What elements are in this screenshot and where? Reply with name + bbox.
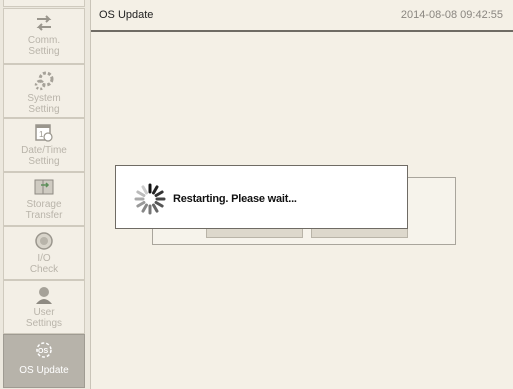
io-check-icon [35, 232, 53, 250]
page-title: OS Update [99, 9, 154, 21]
sidebar-item-os-update[interactable]: OS OS Update [3, 334, 85, 388]
storage-transfer-icon [34, 179, 54, 195]
sidebar-item-label: System [27, 93, 61, 104]
calendar-clock-icon: 1 [35, 124, 53, 142]
comm-icon [36, 15, 52, 31]
sidebar-item-storage-transfer[interactable]: Storage Transfer [3, 172, 85, 226]
sidebar-item-label: Date/Time [21, 145, 67, 156]
sidebar-item-label: Storage [26, 199, 62, 210]
loading-spinner-icon [134, 183, 166, 215]
sidebar: Comm. Setting System Setting 1 Date/Time… [0, 0, 91, 389]
sidebar-item-label: Setting [28, 46, 60, 57]
sidebar-item-label: Setting [28, 156, 60, 167]
sidebar-item-label: Settings [25, 318, 63, 329]
sidebar-item-label: Comm. [27, 35, 61, 46]
svg-text:OS: OS [38, 348, 48, 355]
sidebar-item-system-setting[interactable]: System Setting [3, 64, 85, 118]
restarting-message: Restarting. Please wait... [173, 193, 297, 205]
sidebar-item-io-check[interactable]: I/O Check [3, 226, 85, 280]
datetime-display: 2014-08-08 09:42:55 [400, 9, 503, 21]
sidebar-item-label: OS Update [19, 365, 69, 376]
background-dialog-button-left [206, 228, 303, 238]
sidebar-item-partial[interactable] [3, 0, 85, 7]
sidebar-item-label: Transfer [25, 210, 63, 221]
sidebar-item-comm-setting[interactable]: Comm. Setting [3, 8, 85, 64]
sidebar-item-label: Setting [28, 104, 60, 115]
sidebar-item-user-settings[interactable]: User Settings [3, 280, 85, 334]
gear-icon [34, 71, 54, 91]
sidebar-item-label: User [33, 307, 55, 318]
svg-text:1: 1 [39, 130, 44, 139]
background-dialog-button-right [311, 228, 408, 238]
sidebar-item-label: I/O [37, 253, 51, 264]
user-icon [36, 287, 52, 304]
header-bar: OS Update 2014-08-08 09:42:55 [91, 0, 513, 32]
os-icon: OS [36, 342, 52, 358]
restarting-message-box: Restarting. Please wait... [115, 165, 408, 229]
sidebar-item-datetime-setting[interactable]: 1 Date/Time Setting [3, 118, 85, 172]
sidebar-item-label: Check [29, 264, 59, 275]
